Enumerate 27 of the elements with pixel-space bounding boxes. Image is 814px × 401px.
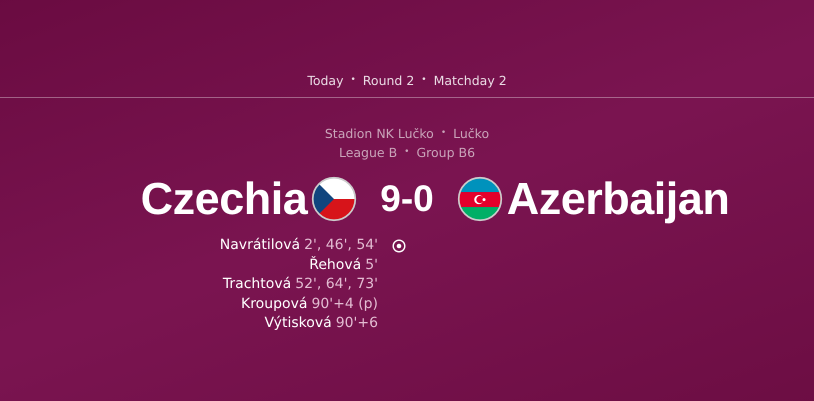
goal-minutes: 90'+4 (p) — [311, 294, 378, 314]
goal-minutes: 90'+6 — [336, 314, 378, 333]
venue-info: Group B6 — [416, 144, 476, 162]
ball-icon — [392, 239, 406, 253]
goal-minutes: 2', 46', 54' — [304, 236, 378, 255]
separator-dot: • — [421, 75, 427, 85]
team-name: Czechia — [140, 173, 308, 225]
scorer-name: Trachtová — [222, 275, 292, 294]
separator-dot: • — [404, 146, 410, 159]
team-name: Azerbaijan — [506, 173, 730, 225]
flag-icon — [456, 176, 503, 222]
scorer-name: Navrátilová — [220, 236, 300, 255]
scorer-name: Kroupová — [241, 294, 308, 314]
match-info: Matchday 2 — [434, 72, 507, 88]
goal-minutes: 5' — [365, 256, 378, 274]
match-info: Round 2 — [362, 72, 414, 88]
venue-info: League B — [338, 144, 398, 162]
separator-dot: • — [440, 127, 446, 140]
separator-dot: • — [350, 75, 356, 85]
goal-minutes: 52', 64', 73' — [295, 275, 378, 294]
scorer-name: Výtisková — [264, 314, 332, 333]
match-score: 9-0 — [379, 178, 435, 220]
match-info: Today — [307, 72, 344, 88]
venue-info: Lučko — [453, 125, 490, 143]
scorer-name: Řehová — [309, 256, 362, 274]
venue-info: Stadion NK Lučko — [324, 125, 434, 143]
flag-icon — [311, 176, 358, 222]
